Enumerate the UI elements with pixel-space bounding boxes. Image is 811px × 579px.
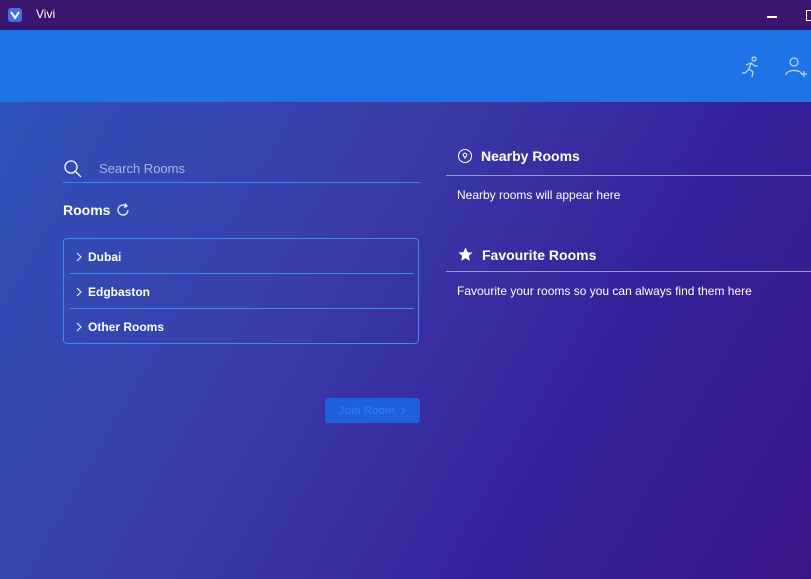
- room-item-other-rooms[interactable]: Other Rooms: [64, 309, 418, 344]
- chevron-right-icon: [400, 406, 406, 415]
- nearby-rooms-heading: Nearby Rooms: [457, 148, 580, 164]
- maximize-button[interactable]: [800, 4, 811, 24]
- search-input[interactable]: [99, 158, 409, 178]
- chevron-right-icon: [76, 322, 82, 331]
- favourite-rooms-heading: Favourite Rooms: [457, 246, 596, 263]
- chevron-right-icon: [76, 252, 82, 261]
- vivi-logo-icon: [8, 8, 22, 22]
- title-bar: Vivi: [0, 0, 811, 30]
- divider: [446, 271, 811, 272]
- main-content: Rooms Dubai Edgbaston Other Rooms: [0, 102, 811, 579]
- join-room-button[interactable]: Join Room: [325, 398, 420, 423]
- nearby-rooms-title: Nearby Rooms: [481, 148, 580, 164]
- add-user-icon[interactable]: [783, 54, 809, 80]
- room-item-edgbaston[interactable]: Edgbaston: [64, 274, 418, 309]
- refresh-icon[interactable]: [115, 202, 131, 218]
- favourite-rooms-message: Favourite your rooms so you can always f…: [457, 284, 752, 298]
- search-bar: [63, 157, 420, 183]
- room-label: Edgbaston: [88, 284, 150, 299]
- window-title: Vivi: [36, 7, 56, 21]
- star-icon: [458, 247, 473, 261]
- room-label: Other Rooms: [88, 319, 165, 334]
- favourite-rooms-title: Favourite Rooms: [482, 246, 597, 263]
- rooms-heading: Rooms: [63, 202, 131, 218]
- location-pin-icon: [457, 148, 473, 164]
- nearby-rooms-message: Nearby rooms will appear here: [457, 188, 621, 202]
- search-icon: [64, 160, 82, 178]
- rooms-list: Dubai Edgbaston Other Rooms: [63, 238, 419, 344]
- divider: [446, 175, 811, 176]
- room-label: Dubai: [88, 249, 122, 264]
- chevron-right-icon: [76, 287, 82, 296]
- app-header: [0, 30, 811, 102]
- minimize-button[interactable]: [762, 4, 782, 24]
- rooms-title: Rooms: [63, 202, 111, 218]
- running-person-icon[interactable]: [738, 54, 764, 80]
- join-room-label: Join Room: [338, 404, 395, 417]
- room-item-dubai[interactable]: Dubai: [64, 239, 418, 274]
